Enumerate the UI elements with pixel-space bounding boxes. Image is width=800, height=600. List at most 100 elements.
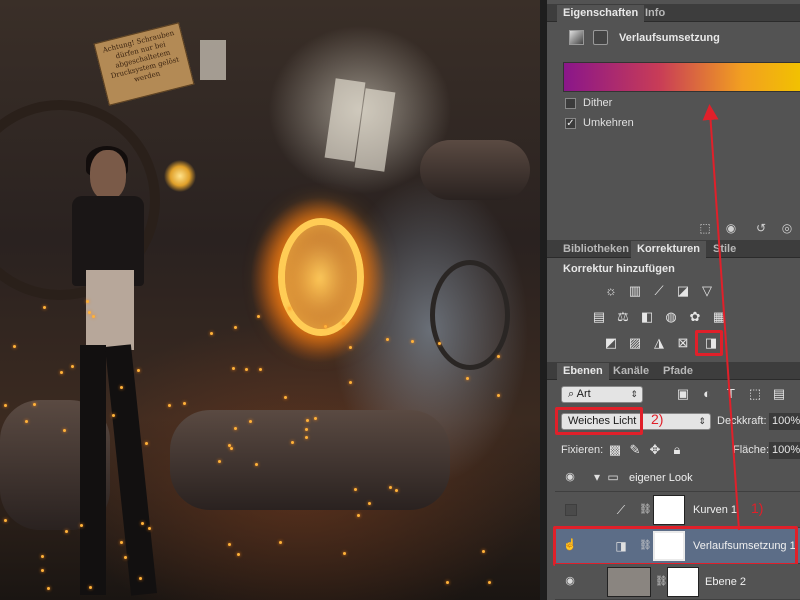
visibility-icon[interactable]: ◎ [779, 221, 795, 237]
corrections-title: Korrektur hinzufügen [563, 263, 675, 275]
properties-title: Verlaufsumsetzung [619, 32, 720, 44]
tab-info[interactable]: Info [639, 5, 671, 22]
spark [141, 522, 144, 525]
spark [349, 381, 352, 384]
spark [291, 441, 294, 444]
layer-mask-thumbnail[interactable] [653, 495, 685, 525]
layer-row-group[interactable]: ◉ ▾ ▭ eigener Look [555, 462, 800, 492]
exposure-icon[interactable]: ◪ [675, 283, 691, 299]
curves-icon[interactable]: ⟋ [651, 283, 667, 299]
pipe [170, 410, 450, 510]
filter-shape-icon[interactable]: ⬚ [747, 386, 763, 402]
disclosure-triangle-icon[interactable]: ▾ [589, 469, 605, 485]
spark [305, 428, 308, 431]
eye-icon[interactable]: ◉ [563, 574, 577, 588]
layer-name: Kurven 1 [693, 504, 738, 516]
spark [168, 404, 171, 407]
spark [88, 311, 91, 314]
tab-channels[interactable]: Kanäle [607, 363, 655, 380]
lock-position-icon[interactable]: ✥ [647, 442, 663, 458]
tab-styles[interactable]: Stile [707, 241, 742, 258]
spark [482, 550, 485, 553]
tab-paths[interactable]: Pfade [657, 363, 699, 380]
brightness-icon[interactable]: ☼ [603, 283, 619, 299]
spark [357, 514, 360, 517]
spark [124, 556, 127, 559]
spark [288, 307, 291, 310]
channel-mixer-icon[interactable]: ✿ [687, 309, 703, 325]
spark [354, 488, 357, 491]
invert-icon[interactable]: ◩ [603, 335, 619, 351]
opacity-input[interactable]: 100% [769, 413, 800, 430]
spark [395, 489, 398, 492]
spark [120, 386, 123, 389]
fill-input[interactable]: 100% [769, 442, 800, 459]
levels-icon[interactable]: ▥ [627, 283, 643, 299]
tab-corrections[interactable]: Korrekturen [631, 241, 706, 258]
spark [13, 345, 16, 348]
filter-adjustment-icon[interactable]: ◐ [699, 386, 715, 402]
link-icon[interactable]: ⛓ [639, 504, 652, 515]
spark [324, 325, 327, 328]
filter-type-icon[interactable]: T [723, 386, 739, 402]
spark [89, 586, 92, 589]
reset-icon[interactable]: ↺ [753, 221, 769, 237]
filter-kind-value: Art [576, 388, 591, 400]
vibrance-icon[interactable]: ▽ [699, 283, 715, 299]
visibility-toggle-off[interactable] [565, 504, 577, 516]
gradient-picker[interactable] [563, 62, 800, 92]
spark [183, 402, 186, 405]
spark [232, 367, 235, 370]
tab-layers[interactable]: Ebenen [557, 363, 609, 380]
color-lookup-icon[interactable]: ▦ [711, 309, 727, 325]
annotation-marker-2: 2) [651, 411, 664, 427]
reverse-checkbox[interactable]: ✓ [565, 118, 576, 129]
properties-tabbar: Eigenschaften Info [547, 4, 800, 22]
spark [112, 414, 115, 417]
clip-to-layer-icon[interactable]: ⬚ [697, 221, 713, 237]
link-icon[interactable]: ⛓ [655, 576, 668, 587]
hue-saturation-icon[interactable]: ▤ [591, 309, 607, 325]
black-white-icon[interactable]: ◧ [639, 309, 655, 325]
mask-icon[interactable] [593, 30, 608, 45]
spark [71, 365, 74, 368]
reverse-label: Umkehren [583, 117, 634, 129]
filter-pixel-icon[interactable]: ▣ [675, 386, 691, 402]
layer-filter-select[interactable]: ⌕ Art ⇕ [561, 386, 643, 403]
eye-icon[interactable]: ◉ [563, 470, 577, 484]
lock-transparent-icon[interactable]: ▩ [607, 442, 623, 458]
dither-checkbox[interactable] [565, 98, 576, 109]
photo-filter-icon[interactable]: ◍ [663, 309, 679, 325]
selective-color-icon[interactable]: ⊠ [675, 335, 691, 351]
color-balance-icon[interactable]: ⚖ [615, 309, 631, 325]
spark [245, 368, 248, 371]
layers-tabbar: Ebenen Kanäle Pfade [547, 362, 800, 380]
spark [4, 404, 7, 407]
spark [33, 403, 36, 406]
layer-row-pixel[interactable]: ◉ ⛓ Ebene 2 [555, 564, 800, 600]
spark [389, 486, 392, 489]
spark [343, 552, 346, 555]
posterize-icon[interactable]: ▨ [627, 335, 643, 351]
panel-dock: Eigenschaften Info Verlaufsumsetzung Dit… [547, 0, 800, 600]
spark [41, 569, 44, 572]
tab-properties[interactable]: Eigenschaften [557, 5, 645, 22]
spark [488, 581, 491, 584]
layer-mask-thumbnail[interactable] [667, 567, 699, 597]
spark [148, 527, 151, 530]
layer-thumbnail[interactable] [607, 567, 651, 597]
tab-libraries[interactable]: Bibliotheken [557, 241, 635, 258]
folder-icon: ▭ [607, 470, 619, 484]
threshold-icon[interactable]: ◮ [651, 335, 667, 351]
layer-highlight [553, 526, 798, 566]
lock-image-icon[interactable]: ✎ [627, 442, 643, 458]
lock-all-icon[interactable]: 🔒︎ [669, 442, 685, 458]
photo-canvas[interactable]: Achtung! Schrauben dürfen nur bei abgesc… [0, 0, 540, 600]
filter-smart-object-icon[interactable]: ▤ [771, 386, 787, 402]
search-icon: ⌕ [568, 388, 577, 400]
spark [349, 346, 352, 349]
spark [218, 460, 221, 463]
pipe [420, 140, 530, 200]
view-previous-icon[interactable]: ◉ [723, 221, 739, 237]
window-light [200, 40, 226, 80]
